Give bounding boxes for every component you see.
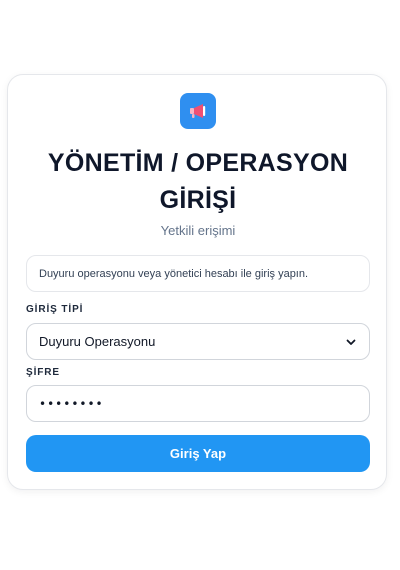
- login-type-selected-value: Duyuru Operasyonu: [39, 334, 156, 349]
- login-card: YÖNETİM / OPERASYON GİRİŞİ Yetkili erişi…: [7, 74, 387, 490]
- megaphone-icon: [190, 104, 206, 118]
- page-title-line2: GİRİŞİ: [159, 186, 237, 214]
- page-subtitle: Yetkili erişimi: [160, 223, 236, 238]
- page-title: YÖNETİM / OPERASYON GİRİŞİ: [8, 145, 388, 219]
- password-label: ŞİFRE: [26, 367, 60, 378]
- password-input[interactable]: [26, 385, 370, 422]
- info-notice-text: Duyuru operasyonu veya yönetici hesabı i…: [39, 267, 309, 280]
- info-notice: Duyuru operasyonu veya yönetici hesabı i…: [26, 255, 370, 292]
- login-type-select[interactable]: Duyuru Operasyonu: [26, 323, 370, 360]
- chevron-down-icon: [346, 339, 356, 345]
- login-submit-button[interactable]: Giriş Yap: [26, 435, 370, 472]
- login-type-label: GİRİŞ TİPİ: [26, 304, 84, 315]
- app-logo: [180, 93, 216, 129]
- page-title-line1: YÖNETİM / OPERASYON: [47, 149, 349, 177]
